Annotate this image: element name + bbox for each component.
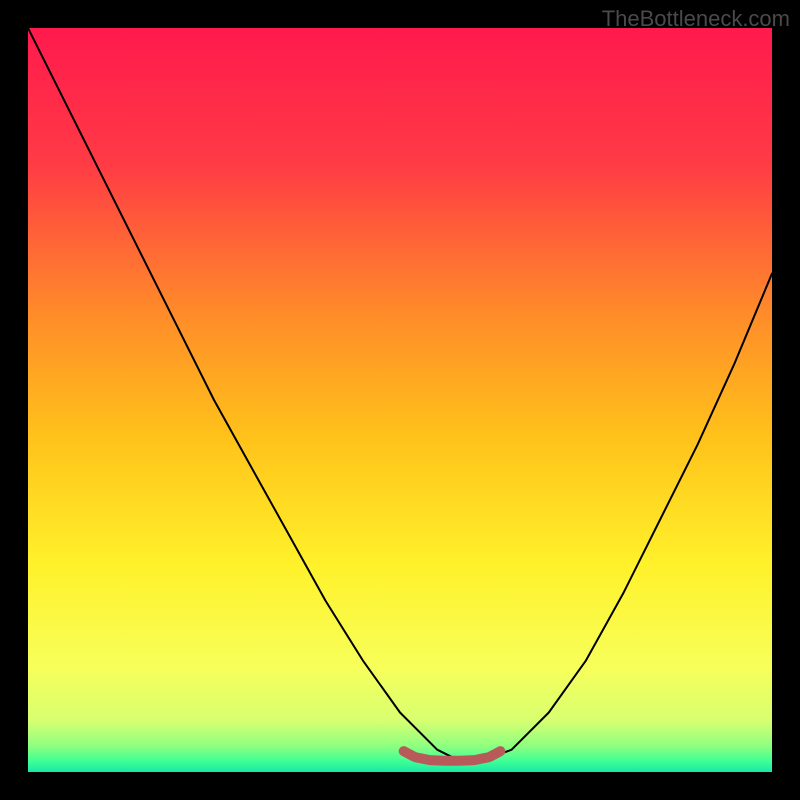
curve-layer [28, 28, 772, 772]
bottom-highlight [404, 751, 501, 761]
plot-area [28, 28, 772, 772]
bottleneck-curve [28, 28, 772, 761]
watermark-text: TheBottleneck.com [602, 6, 790, 32]
